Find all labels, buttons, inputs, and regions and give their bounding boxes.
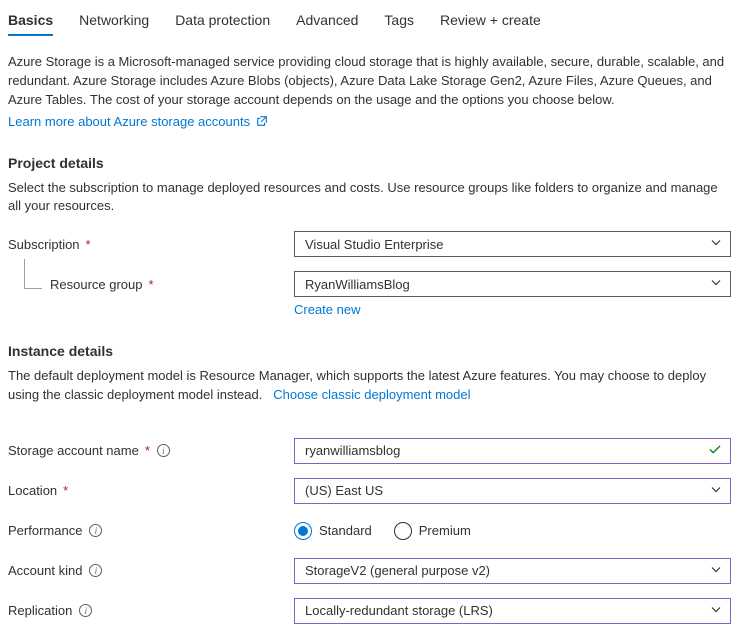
required-icon: * bbox=[149, 277, 154, 292]
performance-premium-label: Premium bbox=[419, 523, 471, 538]
tab-basics[interactable]: Basics bbox=[8, 8, 53, 34]
performance-label-text: Performance bbox=[8, 523, 82, 538]
performance-standard-label: Standard bbox=[319, 523, 372, 538]
performance-radio-group: Standard Premium bbox=[294, 522, 731, 540]
account-kind-select[interactable]: StorageV2 (general purpose v2) bbox=[294, 558, 731, 584]
storage-account-name-label: Storage account name * i bbox=[8, 443, 294, 458]
performance-label: Performance i bbox=[8, 523, 294, 538]
classic-deployment-link[interactable]: Choose classic deployment model bbox=[273, 387, 470, 402]
performance-premium-radio[interactable]: Premium bbox=[394, 522, 471, 540]
subscription-label: Subscription * bbox=[8, 237, 294, 252]
tab-bar: Basics Networking Data protection Advanc… bbox=[8, 8, 731, 35]
storage-account-name-label-text: Storage account name bbox=[8, 443, 139, 458]
instance-details-desc: The default deployment model is Resource… bbox=[8, 367, 731, 405]
learn-more-link[interactable]: Learn more about Azure storage accounts bbox=[8, 114, 268, 129]
replication-label-text: Replication bbox=[8, 603, 72, 618]
create-new-resource-group-link[interactable]: Create new bbox=[294, 302, 360, 317]
project-details-heading: Project details bbox=[8, 155, 731, 171]
replication-label: Replication i bbox=[8, 603, 294, 618]
replication-select[interactable]: Locally-redundant storage (LRS) bbox=[294, 598, 731, 624]
tab-advanced[interactable]: Advanced bbox=[296, 8, 358, 34]
info-icon[interactable]: i bbox=[89, 524, 102, 537]
location-select[interactable]: (US) East US bbox=[294, 478, 731, 504]
subscription-value: Visual Studio Enterprise bbox=[305, 237, 444, 252]
location-label: Location * bbox=[8, 483, 294, 498]
chevron-down-icon bbox=[710, 237, 722, 252]
account-kind-label: Account kind i bbox=[8, 563, 294, 578]
account-kind-value: StorageV2 (general purpose v2) bbox=[305, 563, 490, 578]
resource-group-label: Resource group * bbox=[8, 277, 294, 292]
resource-group-label-text: Resource group bbox=[50, 277, 143, 292]
subscription-select[interactable]: Visual Studio Enterprise bbox=[294, 231, 731, 257]
external-link-icon bbox=[256, 115, 268, 127]
radio-icon bbox=[294, 522, 312, 540]
subscription-label-text: Subscription bbox=[8, 237, 80, 252]
radio-icon bbox=[394, 522, 412, 540]
project-details-desc: Select the subscription to manage deploy… bbox=[8, 179, 731, 217]
tab-networking[interactable]: Networking bbox=[79, 8, 149, 34]
tab-data-protection[interactable]: Data protection bbox=[175, 8, 270, 34]
chevron-down-icon bbox=[710, 483, 722, 498]
info-icon[interactable]: i bbox=[89, 564, 102, 577]
chevron-down-icon bbox=[710, 563, 722, 578]
tab-review-create[interactable]: Review + create bbox=[440, 8, 541, 34]
required-icon: * bbox=[145, 443, 150, 458]
performance-standard-radio[interactable]: Standard bbox=[294, 522, 372, 540]
storage-account-name-value: ryanwilliamsblog bbox=[305, 443, 400, 458]
chevron-down-icon bbox=[710, 603, 722, 618]
location-value: (US) East US bbox=[305, 483, 383, 498]
replication-value: Locally-redundant storage (LRS) bbox=[305, 603, 493, 618]
checkmark-icon bbox=[708, 442, 722, 459]
required-icon: * bbox=[63, 483, 68, 498]
storage-account-name-input[interactable]: ryanwilliamsblog bbox=[294, 438, 731, 464]
info-icon[interactable]: i bbox=[157, 444, 170, 457]
intro-text: Azure Storage is a Microsoft-managed ser… bbox=[8, 53, 731, 110]
location-label-text: Location bbox=[8, 483, 57, 498]
tree-connector-icon bbox=[24, 259, 42, 289]
instance-details-heading: Instance details bbox=[8, 343, 731, 359]
tab-tags[interactable]: Tags bbox=[384, 8, 414, 34]
required-icon: * bbox=[86, 237, 91, 252]
info-icon[interactable]: i bbox=[79, 604, 92, 617]
resource-group-select[interactable]: RyanWilliamsBlog bbox=[294, 271, 731, 297]
account-kind-label-text: Account kind bbox=[8, 563, 82, 578]
chevron-down-icon bbox=[710, 277, 722, 292]
learn-more-label: Learn more about Azure storage accounts bbox=[8, 114, 250, 129]
resource-group-value: RyanWilliamsBlog bbox=[305, 277, 410, 292]
